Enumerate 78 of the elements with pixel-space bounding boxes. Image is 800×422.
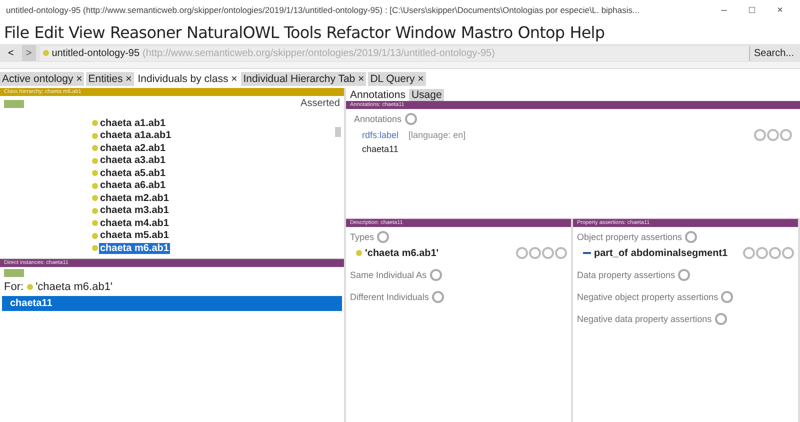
forward-button[interactable]: > <box>22 45 36 61</box>
action-icon[interactable] <box>516 247 528 259</box>
tree-item[interactable]: chaeta a5.ab1 <box>99 168 167 179</box>
instance-item[interactable]: chaeta11 <box>2 296 342 311</box>
section-heading: Same Individual As <box>350 270 427 280</box>
menu-item[interactable]: Help <box>570 22 605 42</box>
menu-item[interactable]: Tools <box>284 22 322 42</box>
tab[interactable]: Individuals by class × <box>136 72 240 86</box>
menu-item[interactable]: Ontop <box>518 22 565 42</box>
ontology-address-field[interactable]: untitled-ontology-95 (http://www.semanticweb.org/skipper/ontologies/2019/1/13/untitled-ontology-95) <box>40 46 750 60</box>
add-icon[interactable] <box>430 269 442 281</box>
tree-item[interactable]: chaeta a1.ab1 <box>99 118 167 129</box>
menu-item[interactable]: File <box>4 22 30 42</box>
add-icon[interactable] <box>678 269 690 281</box>
section-heading: Negative data property assertions <box>577 314 712 324</box>
tab[interactable]: Usage <box>409 88 444 100</box>
add-icon[interactable] <box>721 291 734 303</box>
tab[interactable]: Annotations <box>348 88 408 100</box>
action-icon[interactable] <box>782 247 794 259</box>
window-control-button[interactable]: – <box>710 4 738 16</box>
section-heading: Negative object property assertions <box>577 292 718 302</box>
annotation-language: [language: en] <box>408 130 466 140</box>
add-icon[interactable] <box>685 231 698 243</box>
type-item[interactable]: 'chaeta m6.ab1' <box>365 248 439 258</box>
menu-item[interactable]: View <box>68 22 105 42</box>
tab[interactable]: Active ontology × <box>0 72 84 86</box>
window-title: untitled-ontology-95 (http://www.semanticweb.org/skipper/ontologies/2019/1/13/untitled-ontology-95) : [C:\Users\skipper\Documents\Ontologias por especie\L. biphasis... <box>6 5 641 15</box>
edit-icon[interactable] <box>780 129 792 141</box>
assertion-value[interactable]: abdominalsegment1 <box>630 248 728 258</box>
tree-item[interactable]: chaeta m5.ab1 <box>99 230 170 242</box>
class-icon <box>26 284 33 290</box>
add-individual-icon[interactable] <box>4 268 24 276</box>
section-heading: Annotations <box>354 114 402 124</box>
tree-item[interactable]: chaeta a2.ab1 <box>99 142 167 154</box>
delete-icon[interactable] <box>767 129 779 141</box>
action-icon[interactable] <box>555 247 567 259</box>
section-heading: Different Individuals <box>350 292 429 302</box>
tree-item[interactable]: chaeta a3.ab1 <box>99 155 167 166</box>
tab[interactable]: DL Query × <box>368 72 426 86</box>
section-heading: Object property assertions <box>577 232 682 242</box>
tab[interactable]: Entities × <box>86 72 134 86</box>
action-icon[interactable] <box>769 247 781 259</box>
section-heading: Types <box>350 232 374 242</box>
menu-item[interactable]: Window <box>395 22 456 42</box>
assertion-property[interactable]: part_of <box>594 248 628 258</box>
menu-item[interactable]: Reasoner <box>110 22 182 42</box>
mode-dropdown[interactable]: Asserted <box>300 98 340 109</box>
add-icon[interactable] <box>432 291 444 303</box>
section-heading: Data property assertions <box>577 270 676 280</box>
add-icon[interactable] <box>714 313 727 325</box>
tree-item[interactable]: chaeta m3.ab1 <box>99 205 170 216</box>
annotation-value: chaeta11 <box>362 143 400 154</box>
menu-item[interactable]: NaturalOWL <box>186 22 279 42</box>
tree-item[interactable]: chaeta m2.ab1 <box>99 192 170 204</box>
window-control-button[interactable]: × <box>766 4 794 16</box>
annotation-icon[interactable] <box>754 129 766 141</box>
menu-item[interactable]: Mastro <box>460 22 513 42</box>
tab[interactable]: Individual Hierarchy Tab × <box>241 72 366 86</box>
back-button[interactable]: < <box>4 45 18 61</box>
tree-item[interactable]: chaeta m6.ab1 <box>99 242 170 254</box>
action-icon[interactable] <box>756 247 768 259</box>
tree-item[interactable]: chaeta m4.ab1 <box>99 218 170 229</box>
for-class: 'chaeta m6.ab1' <box>36 281 113 293</box>
tree-item[interactable]: chaeta a6.ab1 <box>99 180 167 192</box>
action-icon[interactable] <box>529 247 541 259</box>
for-label: For: <box>4 281 24 293</box>
add-icon[interactable] <box>404 113 417 125</box>
menu-item[interactable]: Refactor <box>326 22 390 42</box>
annotation-property[interactable]: rdfs:label <box>362 130 399 140</box>
action-icon[interactable] <box>542 247 554 259</box>
search-field[interactable]: Search... <box>754 48 796 58</box>
action-icon[interactable] <box>743 247 755 259</box>
hierarchy-icon[interactable] <box>4 100 24 108</box>
tree-item[interactable]: chaeta a1a.ab1 <box>99 130 172 142</box>
add-icon[interactable] <box>377 231 390 243</box>
class-icon <box>356 250 362 256</box>
window-control-button[interactable]: □ <box>738 4 766 16</box>
menu-item[interactable]: Edit <box>34 22 64 42</box>
